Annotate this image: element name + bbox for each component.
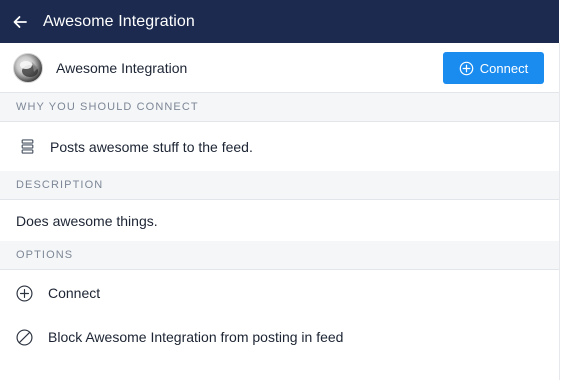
panel-divider (559, 43, 560, 380)
why-item-text: Posts awesome stuff to the feed. (50, 138, 253, 155)
top-bar: Awesome Integration (0, 0, 559, 43)
description-row: Does awesome things. (0, 200, 559, 242)
option-connect[interactable]: Connect (0, 271, 559, 315)
plus-circle-icon (459, 61, 474, 75)
list-stack-icon (17, 138, 37, 155)
block-icon (15, 328, 33, 346)
connect-button-label: Connect (479, 60, 529, 76)
option-block-label: Block Awesome Integration from posting i… (48, 329, 344, 345)
option-block[interactable]: Block Awesome Integration from posting i… (0, 315, 559, 359)
integration-name: Awesome Integration (56, 59, 188, 76)
arrow-left-icon (13, 15, 27, 28)
section-header-why: WHY YOU SHOULD CONNECT (0, 93, 559, 122)
option-connect-label: Connect (48, 285, 101, 301)
description-text: Does awesome things. (16, 212, 158, 229)
integration-avatar (13, 52, 43, 83)
connect-button[interactable]: Connect (443, 52, 544, 84)
section-header-options: OPTIONS (0, 241, 559, 270)
section-header-description: DESCRIPTION (0, 171, 559, 200)
integration-summary: Awesome Integration Connect (0, 43, 559, 93)
page-title: Awesome Integration (43, 12, 195, 30)
back-button[interactable] (0, 0, 40, 43)
plus-circle-icon (15, 284, 33, 302)
why-item: Posts awesome stuff to the feed. (0, 122, 559, 172)
